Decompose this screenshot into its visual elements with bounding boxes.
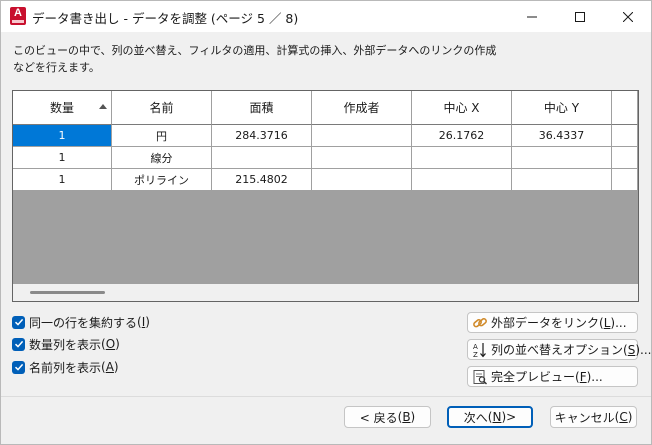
table-cell[interactable] bbox=[212, 147, 312, 169]
table-row: 1 線分 bbox=[13, 147, 638, 169]
autocad-app-icon: A bbox=[10, 7, 26, 25]
grid-empty-area bbox=[13, 191, 638, 284]
checkbox-checked-icon bbox=[12, 360, 25, 374]
table-cell[interactable] bbox=[312, 125, 412, 147]
footer-separator bbox=[1, 396, 651, 397]
preview-icon bbox=[472, 369, 488, 385]
table-row: 1 円 284.3716 26.1762 36.4337 bbox=[13, 125, 638, 147]
checkbox-checked-icon bbox=[12, 315, 25, 329]
show-count-checkbox[interactable]: 数量列を表示(O) bbox=[12, 336, 120, 352]
horizontal-scrollbar[interactable] bbox=[13, 284, 638, 301]
back-button[interactable]: < 戻る(B) bbox=[344, 406, 431, 428]
show-name-label: 名前列を表示 bbox=[29, 360, 102, 375]
table-cell[interactable] bbox=[412, 169, 512, 191]
column-header[interactable]: 中心 X bbox=[412, 91, 512, 125]
full-preview-button[interactable]: 完全プレビュー(F)... bbox=[467, 366, 638, 387]
table-cell[interactable]: 円 bbox=[112, 125, 212, 147]
column-header[interactable]: 面積 bbox=[212, 91, 312, 125]
table-cell[interactable]: 36.4337 bbox=[512, 125, 612, 147]
description-line-2: などを行えます。 bbox=[13, 61, 100, 74]
show-count-label: 数量列を表示 bbox=[29, 337, 102, 352]
sort-ascending-icon bbox=[99, 104, 107, 109]
checkbox-checked-icon bbox=[12, 337, 25, 351]
table-cell[interactable] bbox=[412, 147, 512, 169]
svg-text:A: A bbox=[473, 343, 478, 351]
table-cell[interactable] bbox=[612, 169, 638, 191]
column-header[interactable]: 作成者 bbox=[312, 91, 412, 125]
next-button[interactable]: 次へ(N) > bbox=[447, 406, 533, 428]
sort-options-button[interactable]: AZ 列の並べ替えオプション(S)... bbox=[467, 339, 651, 360]
table-cell[interactable]: ポリライン bbox=[112, 169, 212, 191]
data-grid[interactable]: 数量 名前 面積 作成者 中心 X 中心 Y 1 円 284.3716 26.1762 36.433… bbox=[12, 90, 639, 302]
maximize-icon bbox=[575, 11, 585, 22]
grid-header-row: 数量 名前 面積 作成者 中心 X 中心 Y bbox=[13, 91, 638, 125]
column-header[interactable]: 数量 bbox=[13, 91, 112, 125]
table-cell[interactable] bbox=[612, 125, 638, 147]
title-bar: A データ書き出し - データを調整 (ページ 5 ／ 8) bbox=[1, 1, 651, 32]
combine-rows-label: 同一の行を集約する bbox=[29, 315, 138, 330]
table-cell[interactable] bbox=[312, 147, 412, 169]
close-icon bbox=[623, 11, 633, 22]
table-cell[interactable] bbox=[512, 147, 612, 169]
cancel-button[interactable]: キャンセル(C) bbox=[550, 406, 637, 428]
description-line-1: このビューの中で、列の並べ替え、フィルタの適用、計算式の挿入、外部データへのリン… bbox=[13, 44, 497, 57]
show-name-checkbox[interactable]: 名前列を表示(A) bbox=[12, 359, 119, 375]
sort-az-icon: AZ bbox=[472, 342, 488, 358]
show-name-key: A bbox=[105, 360, 114, 374]
close-button[interactable] bbox=[605, 1, 651, 32]
table-cell[interactable]: 線分 bbox=[112, 147, 212, 169]
scrollbar-thumb[interactable] bbox=[30, 291, 105, 294]
table-cell[interactable]: 1 bbox=[13, 125, 112, 147]
table-cell[interactable]: 284.3716 bbox=[212, 125, 312, 147]
table-cell[interactable] bbox=[612, 147, 638, 169]
table-cell[interactable] bbox=[312, 169, 412, 191]
table-cell[interactable] bbox=[512, 169, 612, 191]
data-extraction-dialog: A データ書き出し - データを調整 (ページ 5 ／ 8) このビューの中で、… bbox=[0, 0, 652, 445]
svg-text:Z: Z bbox=[473, 351, 478, 358]
column-header[interactable] bbox=[612, 91, 638, 125]
table-row: 1 ポリライン 215.4802 bbox=[13, 169, 638, 191]
link-external-data-button[interactable]: 外部データをリンク(L)... bbox=[467, 312, 638, 333]
table-cell[interactable]: 1 bbox=[13, 169, 112, 191]
combine-rows-checkbox[interactable]: 同一の行を集約する(I) bbox=[12, 314, 150, 330]
maximize-button[interactable] bbox=[557, 1, 603, 32]
column-header[interactable]: 名前 bbox=[112, 91, 212, 125]
window-title: データ書き出し - データを調整 (ページ 5 ／ 8) bbox=[32, 11, 299, 26]
show-count-key: O bbox=[105, 337, 116, 351]
table-cell[interactable]: 215.4802 bbox=[212, 169, 312, 191]
minimize-icon bbox=[527, 16, 537, 17]
table-cell[interactable]: 1 bbox=[13, 147, 112, 169]
column-header[interactable]: 中心 Y bbox=[512, 91, 612, 125]
link-icon bbox=[472, 315, 488, 331]
table-cell[interactable]: 26.1762 bbox=[412, 125, 512, 147]
minimize-button[interactable] bbox=[509, 1, 555, 32]
description-text: このビューの中で、列の並べ替え、フィルタの適用、計算式の挿入、外部データへのリン… bbox=[13, 42, 533, 76]
